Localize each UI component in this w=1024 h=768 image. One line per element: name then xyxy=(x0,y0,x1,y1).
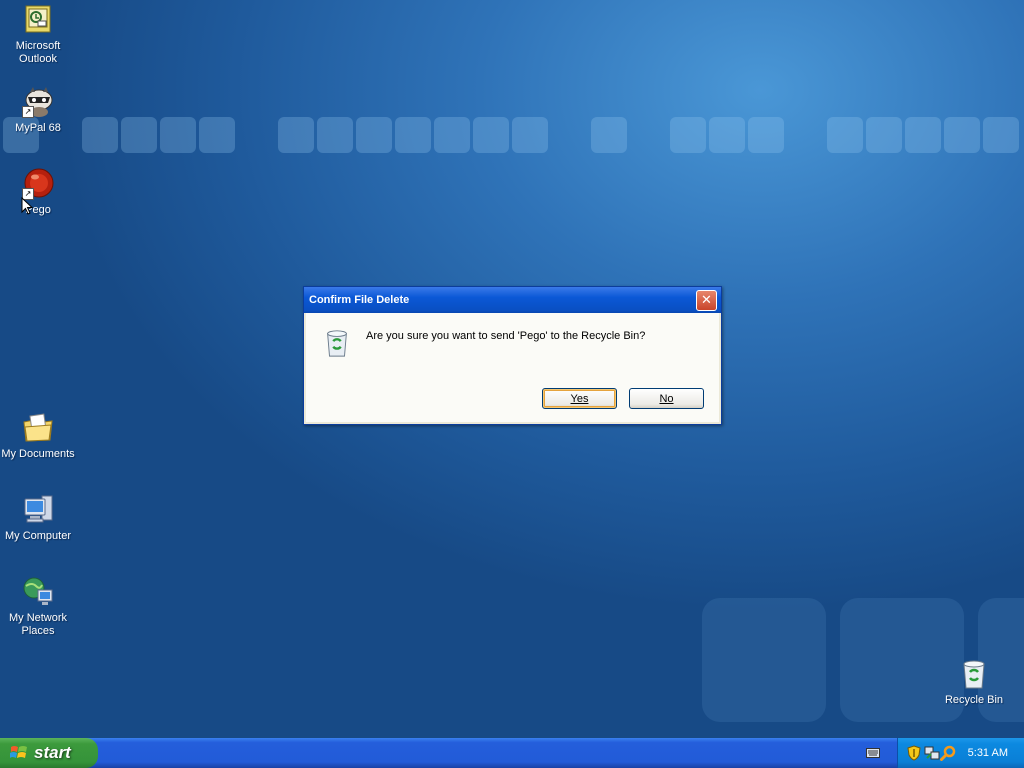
wallpaper-tile xyxy=(121,117,157,153)
desktop-icon-label: My Documents xyxy=(1,448,75,460)
computer-icon xyxy=(22,494,54,526)
wallpaper-tile xyxy=(670,117,706,153)
dialog-titlebar[interactable]: Confirm File Delete ✕ xyxy=(304,287,721,313)
desktop: Microsoft Outlook ↗ MyPal 68 ↗ Pego My D… xyxy=(0,0,1024,738)
system-tray: 5:31 AM xyxy=(897,738,1024,768)
desktop-icon-my-network-places[interactable]: My Network Places xyxy=(0,576,76,638)
wallpaper-tile xyxy=(709,117,745,153)
desktop-icon-label: Microsoft Outlook xyxy=(15,40,61,65)
desktop-icon-label: Recycle Bin xyxy=(944,694,1004,706)
security-shield-icon[interactable] xyxy=(906,745,922,761)
desktop-icon-recycle-bin[interactable]: Recycle Bin xyxy=(936,658,1012,707)
clock[interactable]: 5:31 AM xyxy=(968,738,1008,768)
wallpaper-tile xyxy=(905,117,941,153)
wallpaper-tile xyxy=(983,117,1019,153)
start-button[interactable]: start xyxy=(0,738,98,768)
shortcut-arrow-icon: ↗ xyxy=(22,106,34,118)
wallpaper-tile xyxy=(473,117,509,153)
documents-folder-icon xyxy=(22,412,54,444)
mouse-cursor-icon xyxy=(21,197,33,215)
pego-red-ball-icon: ↗ xyxy=(22,168,54,200)
wallpaper-tile xyxy=(827,117,863,153)
confirm-file-delete-dialog: Confirm File Delete ✕ Are you sure you w… xyxy=(303,286,722,425)
wallpaper-tile xyxy=(199,117,235,153)
wallpaper-large-tile xyxy=(702,598,826,722)
desktop-icon-my-computer[interactable]: My Computer xyxy=(0,494,76,543)
wallpaper-tile xyxy=(356,117,392,153)
dialog-message: Are you sure you want to send 'Pego' to … xyxy=(366,330,646,342)
wallpaper-tile xyxy=(591,117,627,153)
windows-flag-icon xyxy=(10,746,27,758)
recycle-bin-icon xyxy=(958,658,990,690)
wallpaper-tile xyxy=(317,117,353,153)
raccoon-icon: ↗ xyxy=(22,86,54,118)
desktop-icon-my-documents[interactable]: My Documents xyxy=(0,412,76,461)
taskbar: start 5:31 AM xyxy=(0,738,1024,768)
start-label: start xyxy=(34,743,71,762)
no-button[interactable]: No xyxy=(629,388,704,409)
desktop-icon-label: MyPal 68 xyxy=(15,122,61,134)
close-icon: ✕ xyxy=(701,292,712,307)
desktop-icon-pego[interactable]: ↗ Pego xyxy=(0,168,76,217)
wallpaper-tile xyxy=(434,117,470,153)
outlook-icon xyxy=(22,4,54,36)
desktop-icon-label: Pego xyxy=(25,204,51,216)
wallpaper-tile xyxy=(866,117,902,153)
wallpaper-tile xyxy=(395,117,431,153)
desktop-icon-label: My Computer xyxy=(4,530,72,542)
keyboard-icon[interactable] xyxy=(866,748,880,758)
desktop-icon-label: My Network Places xyxy=(8,612,68,637)
yes-button[interactable]: Yes xyxy=(542,388,617,409)
network-globe-icon xyxy=(22,576,54,608)
desktop-icon-mypal[interactable]: ↗ MyPal 68 xyxy=(0,86,76,135)
no-button-label: No xyxy=(659,393,674,405)
dialog-title: Confirm File Delete xyxy=(309,294,410,306)
wallpaper-tile xyxy=(160,117,196,153)
wallpaper-tile xyxy=(512,117,548,153)
wallpaper-tile xyxy=(748,117,784,153)
recycle-bin-icon xyxy=(322,327,352,359)
search-icon[interactable] xyxy=(940,745,956,761)
wallpaper-tile xyxy=(944,117,980,153)
wallpaper-tile xyxy=(82,117,118,153)
desktop-icon-microsoft-outlook[interactable]: Microsoft Outlook xyxy=(0,4,76,66)
yes-button-label: Yes xyxy=(570,393,589,405)
wallpaper-tile xyxy=(278,117,314,153)
close-button[interactable]: ✕ xyxy=(696,290,717,311)
network-icon[interactable] xyxy=(924,745,940,761)
